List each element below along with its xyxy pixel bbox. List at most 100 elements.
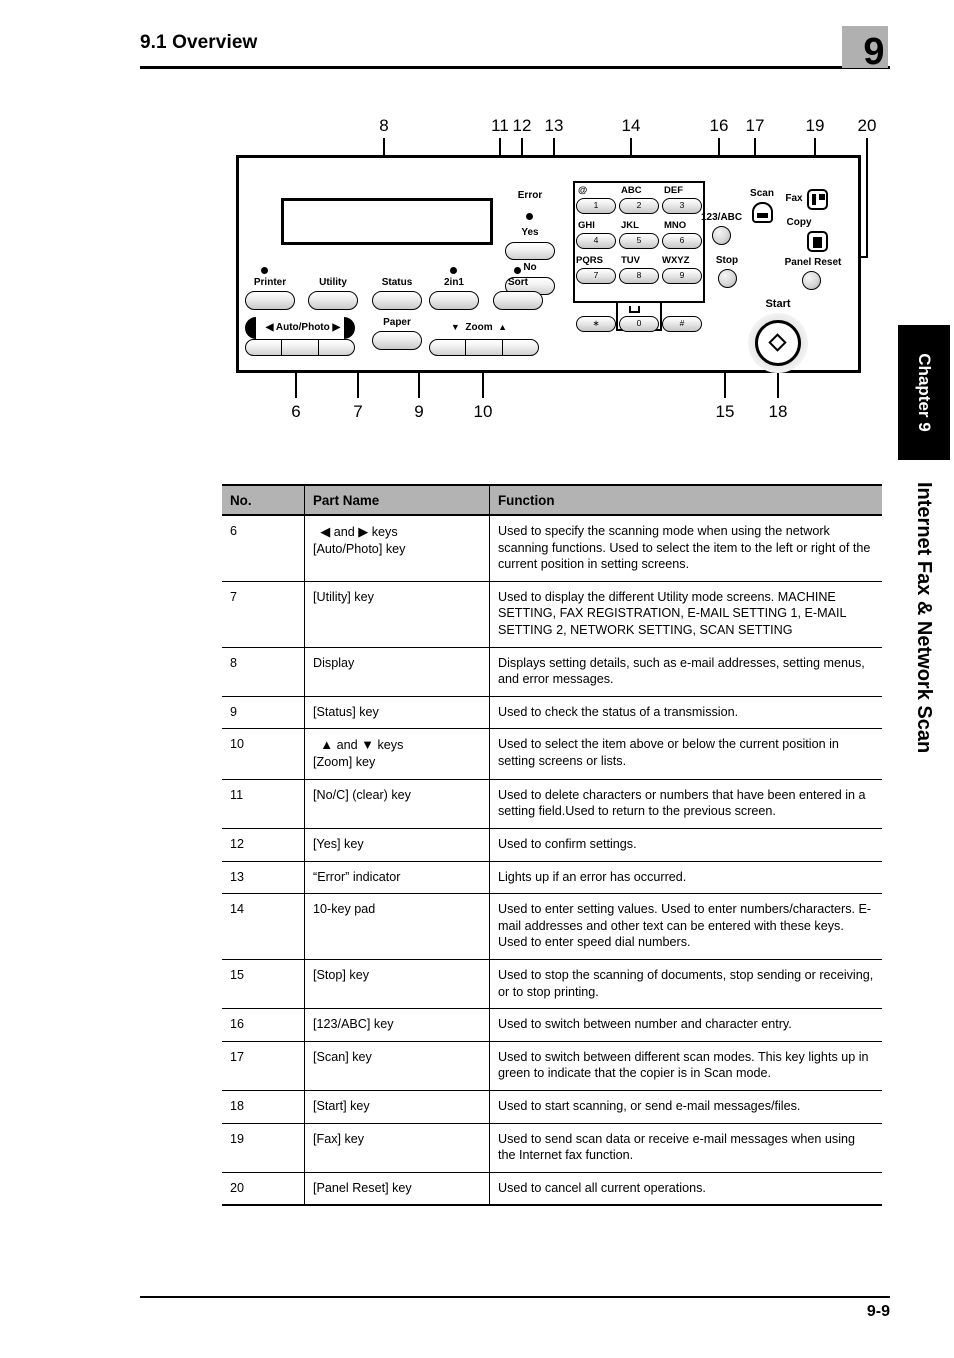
cell-function: Used to start scanning, or send e-mail m… (489, 1090, 882, 1124)
fax-icon-right (819, 194, 825, 200)
zoom-key-center[interactable] (465, 339, 503, 356)
error-led-icon (526, 213, 533, 220)
cell-no: 14 (222, 893, 305, 960)
cell-part-name: [No/C] (clear) key (304, 779, 490, 829)
panel-reset-key[interactable] (802, 271, 821, 290)
callout-10: 10 (473, 402, 493, 421)
cell-function: Used to stop the scanning of documents, … (489, 959, 882, 1010)
stop-key[interactable] (718, 269, 737, 288)
table-row: 20 [Panel Reset] key Used to cancel all cu… (222, 1172, 882, 1207)
part-name-arrow-line: ◀ and ▶ keys (313, 523, 481, 541)
table-row: 16 [123/ABC] key Used to switch between nu… (222, 1008, 882, 1042)
callout-17: 17 (745, 116, 765, 135)
up-arrow-icon: ▲ (498, 322, 508, 332)
zoom-label: ▼ Zoom ▲ (450, 322, 508, 333)
arrow-icon-second: ▼ (361, 737, 374, 753)
cell-function: Used to display the different Utility mo… (489, 581, 882, 648)
yes-key[interactable] (505, 242, 555, 260)
printer-led-icon (261, 267, 268, 274)
keypad-letters-6: MNO (664, 220, 687, 231)
table-row: 17 [Scan] key Used to switch between diffe… (222, 1041, 882, 1092)
cell-function: Used to send scan data or receive e-mail… (489, 1123, 882, 1173)
2in1-key[interactable] (429, 291, 479, 310)
callout-13: 13 (544, 116, 564, 135)
footer-divider (140, 1296, 890, 1298)
density-low-icon (245, 317, 256, 339)
page-header: 9.1 Overview 9 (140, 26, 890, 76)
cell-no: 7 (222, 581, 305, 648)
cell-part-name: [Stop] key (304, 959, 490, 1010)
keypad-letters-3: DEF (664, 185, 683, 196)
sort-label: Sort (508, 277, 528, 288)
leader-20 (866, 138, 868, 256)
table-row: 19 [Fax] key Used to send scan data or rec… (222, 1123, 882, 1173)
table-row: 12 [Yes] key Used to confirm settings. (222, 828, 882, 862)
paper-key[interactable] (372, 331, 422, 350)
function-line: Displays setting details, such as e-mail… (498, 655, 865, 687)
cell-function: Used to switch between different scan mo… (489, 1041, 882, 1092)
callout-15: 15 (715, 402, 735, 421)
keypad-key-0[interactable]: 0 (619, 316, 659, 332)
cell-part-name: [123/ABC] key (304, 1008, 490, 1042)
printer-key[interactable] (245, 291, 295, 310)
cell-part-name: ◀ and ▶ keys [Auto/Photo] key (304, 515, 490, 582)
chapter-number: 9 (863, 31, 885, 73)
down-arrow-icon: ▼ (450, 322, 460, 332)
keypad-key-6[interactable]: 6 (662, 233, 702, 249)
callout-18: 18 (768, 402, 788, 421)
column-header-function: Function (489, 484, 882, 516)
keypad-letters-9: WXYZ (662, 255, 690, 266)
panel-reset-label: Panel Reset (784, 257, 842, 268)
keypad-key-8[interactable]: 8 (619, 268, 659, 284)
keypad-key-5[interactable]: 5 (619, 233, 659, 249)
cell-no: 10 (222, 728, 305, 780)
keypad-key-4[interactable]: 4 (576, 233, 616, 249)
cell-function: Used to select the item above or below t… (489, 728, 882, 780)
control-panel-body: Error Yes No C Printer Utility Status 2i… (236, 155, 861, 373)
table-row: 15 [Stop] key Used to stop the scanning of… (222, 959, 882, 1010)
cell-no: 20 (222, 1172, 305, 1207)
keypad-key-star[interactable]: ∗ (576, 316, 616, 332)
sidebar-chapter-tab-label: Chapter 9 (915, 353, 934, 432)
function-line: Lights up if an error has occurred. (498, 869, 687, 884)
function-line: Used to display the different Utility mo… (498, 589, 847, 638)
start-label: Start (765, 298, 791, 310)
keypad-key-3[interactable]: 3 (662, 198, 702, 214)
function-line: Used to send scan data or receive e-mail… (498, 1131, 856, 1163)
callout-14: 14 (621, 116, 641, 135)
scan-key[interactable] (752, 202, 773, 223)
cell-function: Used to enter setting values. Used to en… (489, 893, 882, 960)
right-arrow-icon: ▶ (332, 322, 341, 333)
control-panel-figure: 8 11 12 13 14 16 17 19 20 6 7 9 10 15 18… (222, 110, 882, 440)
part-name-conjunction: and (333, 738, 362, 753)
header-divider (140, 66, 890, 69)
utility-key[interactable] (308, 291, 358, 310)
function-line: Used to stop the scanning of documents, … (498, 967, 874, 999)
cell-part-name: ▲ and ▼ keys [Zoom] key (304, 728, 490, 780)
copy-key[interactable] (807, 231, 828, 252)
keypad-key-9[interactable]: 9 (662, 268, 702, 284)
sort-key[interactable] (493, 291, 543, 310)
utility-label: Utility (319, 277, 347, 288)
function-line: Used to confirm settings. (498, 836, 637, 851)
keypad-letters-2: ABC (621, 185, 642, 196)
fax-key[interactable] (807, 189, 828, 210)
keypad-key-1[interactable]: 1 (576, 198, 616, 214)
callout-20: 20 (857, 116, 877, 135)
callout-16: 16 (709, 116, 729, 135)
callout-8: 8 (379, 116, 389, 135)
function-line: Used to cancel all current operations. (498, 1180, 706, 1195)
auto-photo-key-center[interactable] (281, 339, 319, 356)
paper-label: Paper (383, 317, 411, 328)
keypad-key-2[interactable]: 2 (619, 198, 659, 214)
cell-part-name: Display (304, 647, 490, 697)
fax-icon-left (812, 194, 816, 205)
keypad-key-7[interactable]: 7 (576, 268, 616, 284)
keypad-key-hash[interactable]: # (662, 316, 702, 332)
status-key[interactable] (372, 291, 422, 310)
123abc-key[interactable] (712, 226, 731, 245)
part-name-key-line: [Auto/Photo] key (313, 541, 406, 556)
cell-part-name: [Panel Reset] key (304, 1172, 490, 1207)
cell-function: Used to delete characters or numbers tha… (489, 779, 882, 829)
callout-9: 9 (414, 402, 424, 421)
